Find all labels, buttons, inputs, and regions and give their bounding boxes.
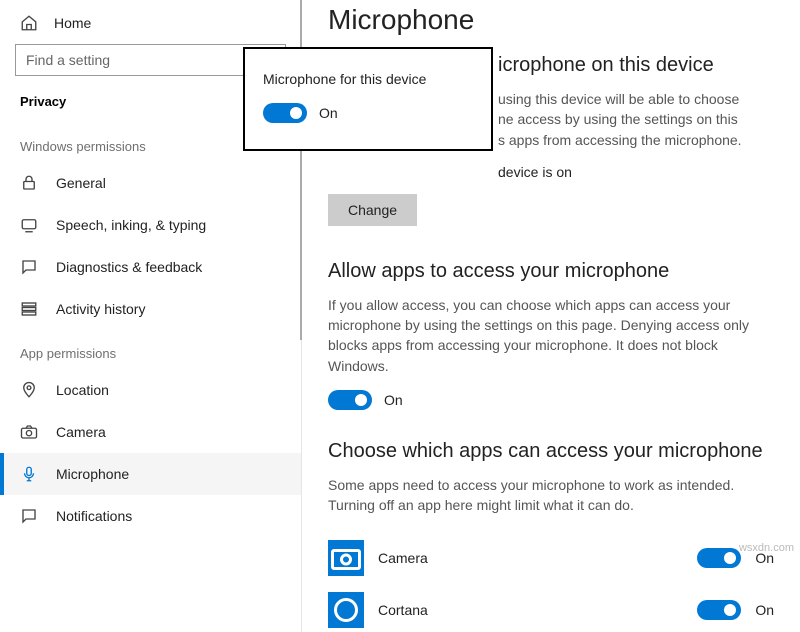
home-label: Home: [54, 15, 91, 31]
sidebar-item-diagnostics[interactable]: Diagnostics & feedback: [0, 246, 301, 288]
toggle-app-cortana[interactable]: [697, 600, 741, 620]
popup-toggle-row: On: [263, 103, 473, 123]
page-title: Microphone: [328, 0, 774, 54]
sidebar-item-label: General: [56, 175, 106, 191]
sidebar-item-label: Location: [56, 382, 109, 398]
sidebar-item-general[interactable]: General: [0, 162, 301, 204]
section-choose-apps: Choose which apps can access your microp…: [328, 440, 774, 632]
activity-icon: [20, 300, 38, 318]
app-row-camera: Camera On: [328, 532, 774, 584]
section-heading: Choose which apps can access your microp…: [328, 440, 774, 463]
home-icon: [20, 14, 38, 32]
sidebar-item-camera[interactable]: Camera: [0, 411, 301, 453]
popup-title: Microphone for this device: [263, 71, 473, 87]
section-heading: Allow apps to access your microphone: [328, 260, 774, 283]
sidebar-item-label: Notifications: [56, 508, 132, 524]
sidebar-item-activity[interactable]: Activity history: [0, 288, 301, 330]
microphone-device-popup: Microphone for this device On: [243, 47, 493, 151]
microphone-icon: [20, 465, 38, 483]
app-row-cortana: Cortana On: [328, 584, 774, 632]
sidebar-item-location[interactable]: Location: [0, 369, 301, 411]
change-button[interactable]: Change: [328, 194, 417, 226]
toggle-row-app-access: On: [328, 390, 774, 410]
sidebar-item-label: Camera: [56, 424, 106, 440]
camera-icon: [20, 423, 38, 441]
watermark: wsxdn.com: [739, 542, 794, 554]
section-desc: If you allow access, you can choose whic…: [328, 295, 768, 376]
toggle-label: On: [319, 105, 338, 121]
location-icon: [20, 381, 38, 399]
app-list: Camera On Cortana On: [328, 532, 774, 632]
camera-app-icon: [328, 540, 364, 576]
cortana-app-icon: [328, 592, 364, 628]
lock-icon: [20, 174, 38, 192]
sidebar-item-microphone[interactable]: Microphone: [0, 453, 301, 495]
app-name: Camera: [378, 550, 683, 566]
app-name: Cortana: [378, 602, 683, 618]
section-desc: Some apps need to access your microphone…: [328, 475, 768, 516]
toggle-app-camera[interactable]: [697, 548, 741, 568]
sidebar-item-notifications[interactable]: Notifications: [0, 495, 301, 537]
speech-icon: [20, 216, 38, 234]
sidebar-item-speech[interactable]: Speech, inking, & typing: [0, 204, 301, 246]
toggle-app-access[interactable]: [328, 390, 372, 410]
feedback-icon: [20, 258, 38, 276]
status-line: device is on: [328, 164, 774, 180]
toggle-label: On: [384, 392, 403, 408]
home-nav[interactable]: Home: [0, 8, 301, 42]
section-header-app: App permissions: [0, 330, 301, 369]
sidebar-item-label: Microphone: [56, 466, 129, 482]
section-app-access: Allow apps to access your microphone If …: [328, 260, 774, 410]
toggle-device-microphone[interactable]: [263, 103, 307, 123]
sidebar-item-label: Activity history: [56, 301, 145, 317]
toggle-label: On: [755, 602, 774, 618]
sidebar-item-label: Speech, inking, & typing: [56, 217, 206, 233]
sidebar-item-label: Diagnostics & feedback: [56, 259, 202, 275]
notifications-icon: [20, 507, 38, 525]
